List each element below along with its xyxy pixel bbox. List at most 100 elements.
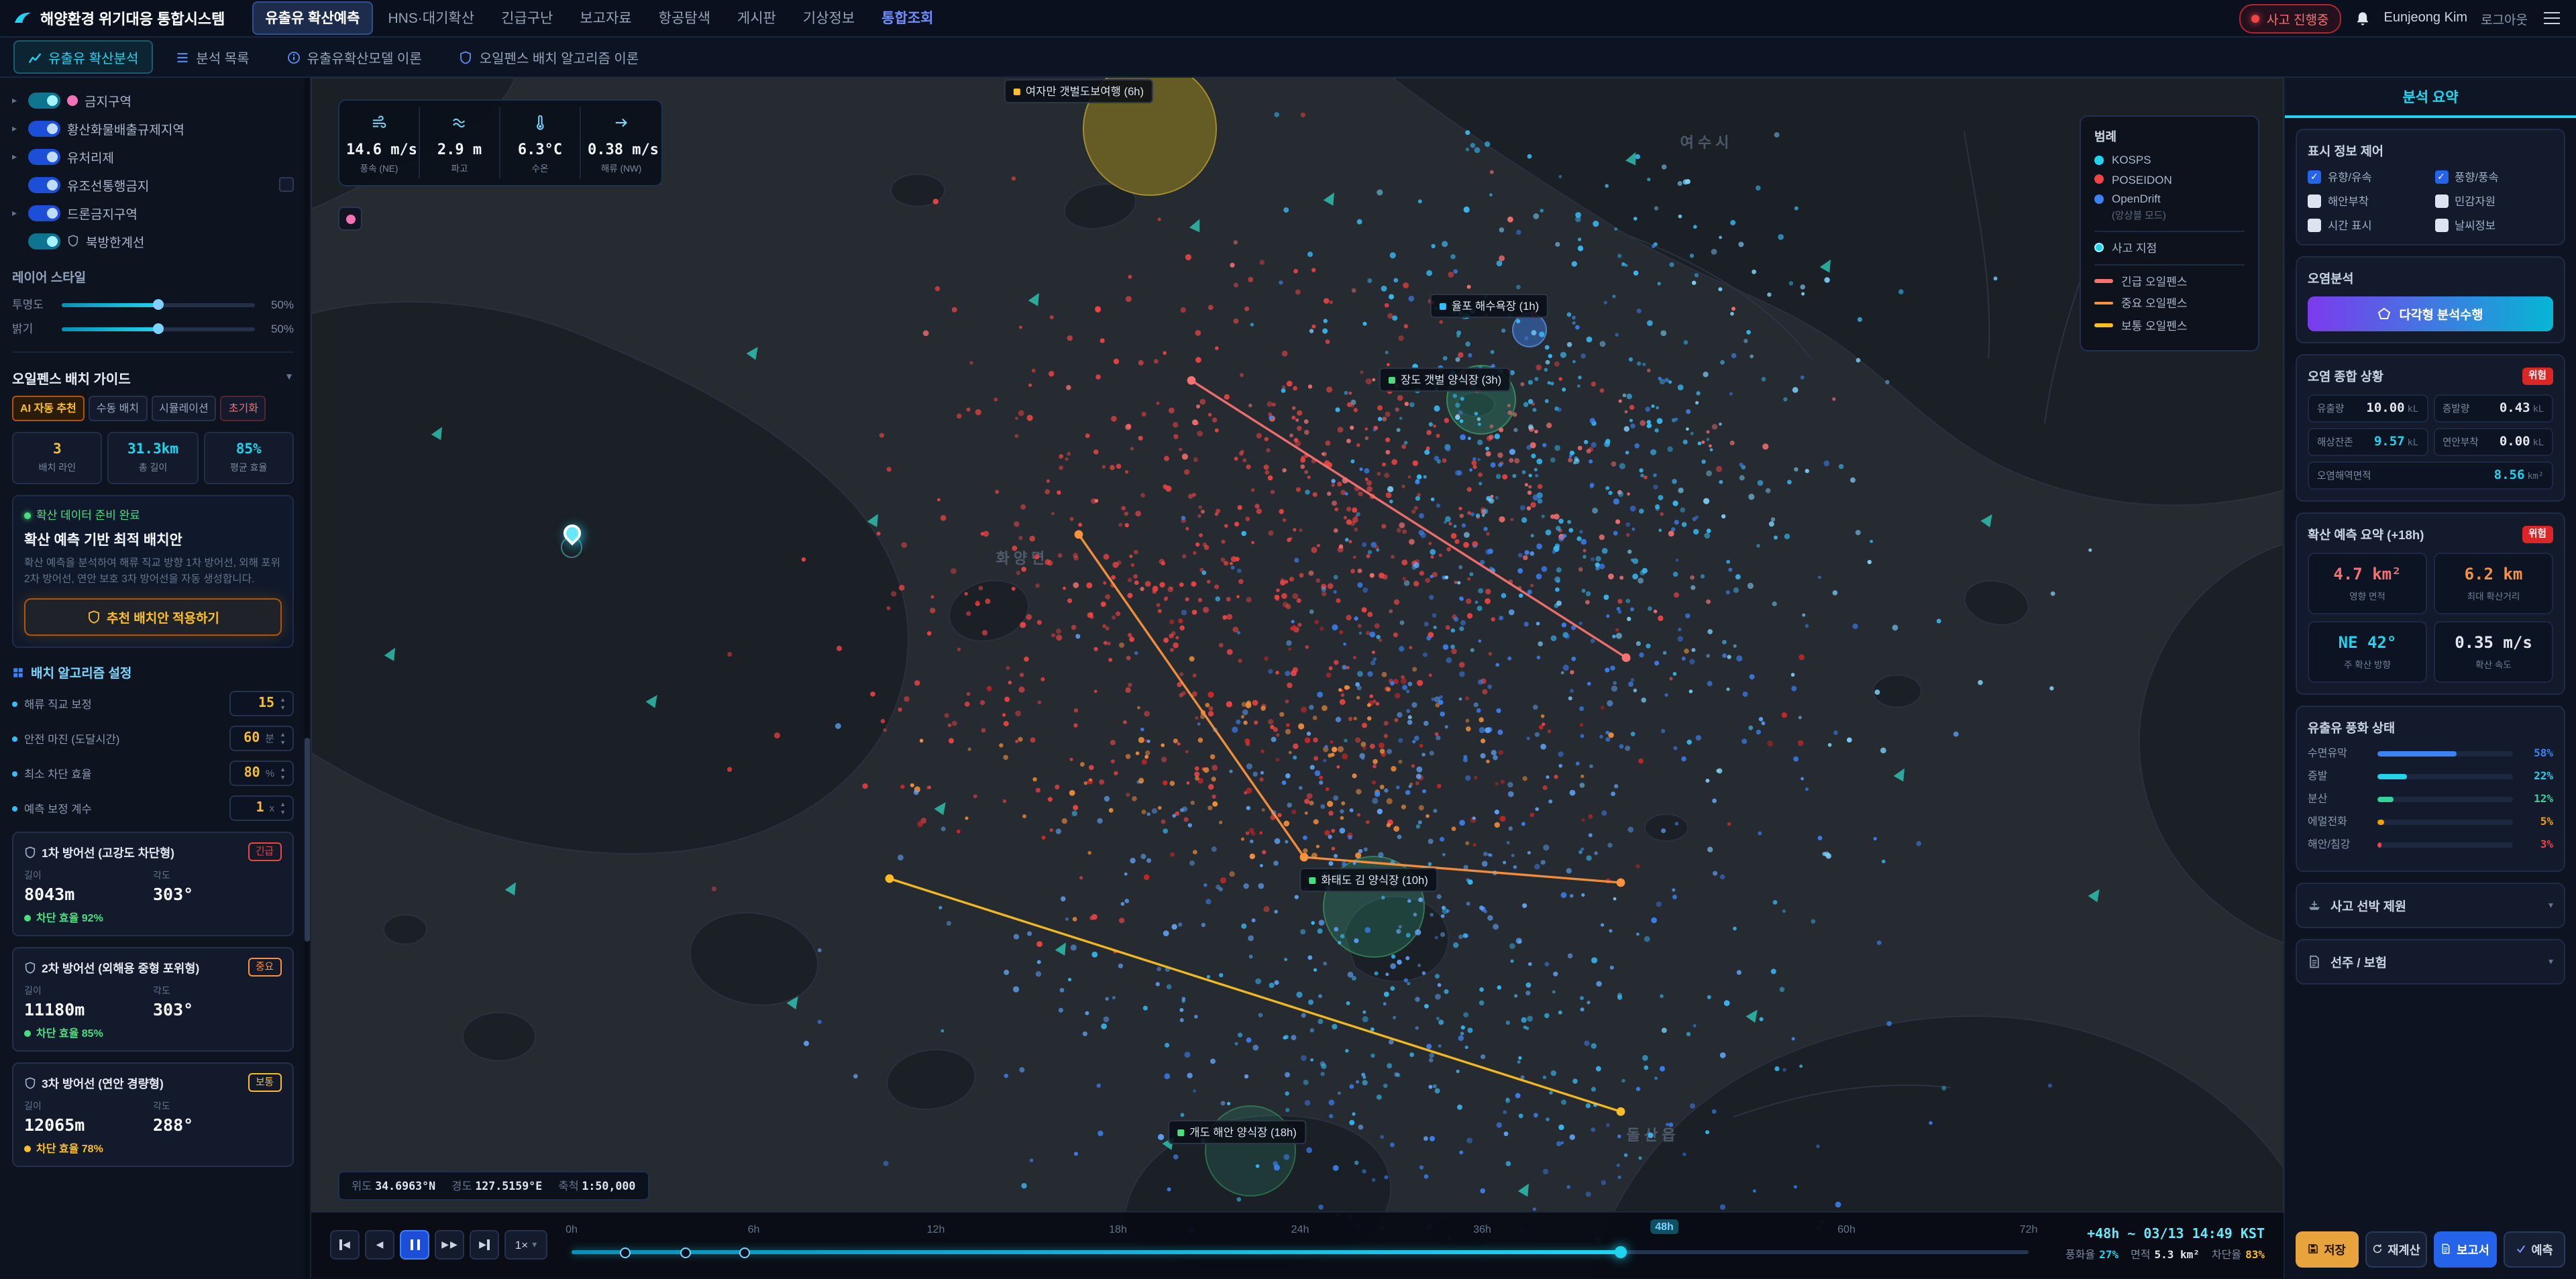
param-input[interactable]: 15▲▼: [229, 691, 294, 717]
nav-item[interactable]: HNS·대기확산: [376, 3, 486, 34]
doc-icon: [2440, 1243, 2451, 1254]
apply-recommendation-button[interactable]: 추천 배치안 적용하기: [24, 599, 282, 636]
shield-icon: [24, 1077, 36, 1089]
defense-line-card[interactable]: 1차 방어선 (고강도 차단형)긴급길이8043m각도303°차단 효율 92%: [12, 832, 294, 937]
저장-button[interactable]: 저장: [2296, 1231, 2358, 1267]
checkbox[interactable]: [2308, 194, 2321, 208]
display-option[interactable]: ✓풍향/풍속: [2434, 169, 2553, 185]
checkbox[interactable]: [2308, 219, 2321, 232]
tab-item[interactable]: 유출유 확산분석: [13, 40, 153, 74]
tab-item[interactable]: 유출유확산모델 이론: [272, 40, 437, 74]
nav-item[interactable]: 항공탐색: [647, 3, 722, 34]
timeline-tick[interactable]: 48h: [1650, 1219, 1679, 1234]
checkbox[interactable]: [2434, 219, 2448, 232]
layer-toggle[interactable]: [28, 205, 60, 221]
priority-badge: 보통: [248, 1074, 282, 1093]
checkbox[interactable]: ✓: [2308, 170, 2321, 184]
timeline-tick[interactable]: 18h: [1109, 1223, 1127, 1235]
slider-knob[interactable]: [153, 323, 164, 334]
expand-chevron-icon[interactable]: ▸: [12, 207, 21, 218]
timeline-track[interactable]: 0h6h12h18h24h36h48h60h72h: [572, 1222, 2029, 1268]
sidebar-scrollbar[interactable]: [305, 78, 310, 1278]
timeline-tick[interactable]: 12h: [927, 1223, 945, 1235]
expand-chevron-icon[interactable]: ▸: [12, 151, 21, 162]
logout-button[interactable]: 로그아웃: [2481, 9, 2528, 27]
nav-item[interactable]: 유출유 확산예측: [252, 1, 373, 35]
collapsed-section[interactable]: 사고 선박 제원▾: [2296, 883, 2565, 928]
slider[interactable]: [62, 327, 255, 331]
layer-settings-icon[interactable]: [279, 177, 294, 192]
pause-button[interactable]: [400, 1230, 429, 1260]
app-logo: 해양환경 위기대응 통합시스템: [13, 7, 225, 29]
map-style-button[interactable]: [338, 207, 362, 231]
deployment-time-marker[interactable]: [680, 1247, 690, 1258]
fence-guide-header[interactable]: 오일펜스 배치 가이드 ▼: [12, 364, 294, 396]
slider-knob[interactable]: [153, 299, 164, 310]
tab-analysis-summary[interactable]: 분석 요약: [2285, 78, 2576, 118]
polygon-analysis-button[interactable]: 다각형 분석수행: [2308, 296, 2553, 331]
tab-item[interactable]: 오일펜스 배치 알고리즘 이론: [445, 40, 654, 74]
timeline-tick[interactable]: 72h: [2020, 1223, 2038, 1235]
stepper-arrows-icon[interactable]: ▲▼: [280, 697, 286, 712]
stepper-arrows-icon[interactable]: ▲▼: [280, 732, 286, 746]
slider[interactable]: [62, 302, 255, 307]
layer-toggle[interactable]: [28, 120, 60, 136]
timeline-tick[interactable]: 60h: [1837, 1223, 1856, 1235]
param-input[interactable]: 80%▲▼: [229, 761, 294, 787]
layer-toggle[interactable]: [28, 92, 60, 108]
pollution-status-box: 오염 종합 상황 위험 유출량10.00kL증발량0.43kL해상잔존9.57k…: [2296, 354, 2565, 502]
param-input[interactable]: 60분▲▼: [229, 726, 294, 752]
collapsed-section[interactable]: 선주 / 보험▾: [2296, 939, 2565, 985]
display-option[interactable]: 민감자원: [2434, 193, 2553, 209]
fence-mode-tab[interactable]: 시뮬레이션: [151, 396, 217, 421]
stepper-arrows-icon[interactable]: ▲▼: [280, 801, 286, 816]
timeline-tick[interactable]: 0h: [566, 1223, 578, 1235]
fence-mode-tab[interactable]: 수동 배치: [89, 396, 147, 421]
checkbox[interactable]: ✓: [2434, 170, 2448, 184]
fence-mode-tab[interactable]: 초기화: [221, 396, 266, 421]
deployment-time-marker[interactable]: [739, 1247, 750, 1258]
예측-button[interactable]: 예측: [2503, 1231, 2565, 1267]
skip-end-button[interactable]: ▶: [470, 1230, 499, 1260]
deployment-time-marker[interactable]: [620, 1247, 631, 1258]
param-input[interactable]: 1x▲▼: [229, 796, 294, 822]
defense-line-card[interactable]: 2차 방어선 (외해용 중형 포위형)중요길이11180m각도303°차단 효율…: [12, 948, 294, 1052]
보고서-button[interactable]: 보고서: [2434, 1231, 2496, 1267]
menu-hamburger-icon[interactable]: [2541, 9, 2563, 27]
display-control-title: 표시 정보 제어: [2308, 141, 2383, 160]
display-option[interactable]: 시간 표시: [2308, 217, 2426, 233]
fast-forward-button[interactable]: ▶▶: [435, 1230, 464, 1260]
fence-mode-tab[interactable]: AI 자동 추천: [12, 396, 85, 421]
expand-chevron-icon[interactable]: ▸: [12, 95, 21, 105]
display-option[interactable]: 날씨정보: [2434, 217, 2553, 233]
step-back-button[interactable]: ◀: [365, 1230, 394, 1260]
nav-item[interactable]: 보고자료: [568, 3, 643, 34]
timeline-tick[interactable]: 6h: [748, 1223, 760, 1235]
expand-chevron-icon[interactable]: ▸: [12, 123, 21, 133]
layer-toggle[interactable]: [28, 176, 60, 192]
display-option[interactable]: ✓유향/유속: [2308, 169, 2426, 185]
display-option[interactable]: 해안부착: [2308, 193, 2426, 209]
checkbox[interactable]: [2434, 194, 2448, 208]
timeline-playhead[interactable]: [1615, 1246, 1627, 1258]
layer-toggle[interactable]: [28, 148, 60, 164]
defense-efficiency: 차단 효율 78%: [24, 1142, 282, 1157]
scrollbar-thumb[interactable]: [305, 738, 310, 942]
nav-item[interactable]: 통합조회: [869, 3, 945, 34]
timeline-tick[interactable]: 24h: [1291, 1223, 1309, 1235]
skip-start-button[interactable]: ◀: [330, 1230, 360, 1260]
nav-item[interactable]: 긴급구난: [489, 3, 565, 34]
timeline-tick[interactable]: 36h: [1473, 1223, 1491, 1235]
notifications-bell-icon[interactable]: [2355, 10, 2371, 26]
speed-selector[interactable]: 1×▾: [504, 1230, 547, 1260]
재계산-button[interactable]: 재계산: [2365, 1231, 2427, 1267]
legend-model: OpenDrift: [2094, 192, 2245, 205]
map-canvas[interactable]: 여수시화양면돌산읍 여자만 갯벌도보여행 (6h)율포 해수욕장 (1h)장도 …: [311, 78, 2284, 1278]
stepper-arrows-icon[interactable]: ▲▼: [280, 767, 286, 781]
nav-item[interactable]: 게시판: [725, 3, 788, 34]
weather-info-box: 14.6 m/s풍속 (NE)2.9 m파고6.3°C수온0.38 m/s해류 …: [338, 99, 663, 186]
defense-line-card[interactable]: 3차 방어선 (연안 경량형)보통길이12065m각도288°차단 효율 78%: [12, 1063, 294, 1168]
tab-item[interactable]: 분석 목록: [161, 40, 264, 74]
layer-toggle[interactable]: [28, 233, 60, 249]
nav-item[interactable]: 기상정보: [791, 3, 867, 34]
